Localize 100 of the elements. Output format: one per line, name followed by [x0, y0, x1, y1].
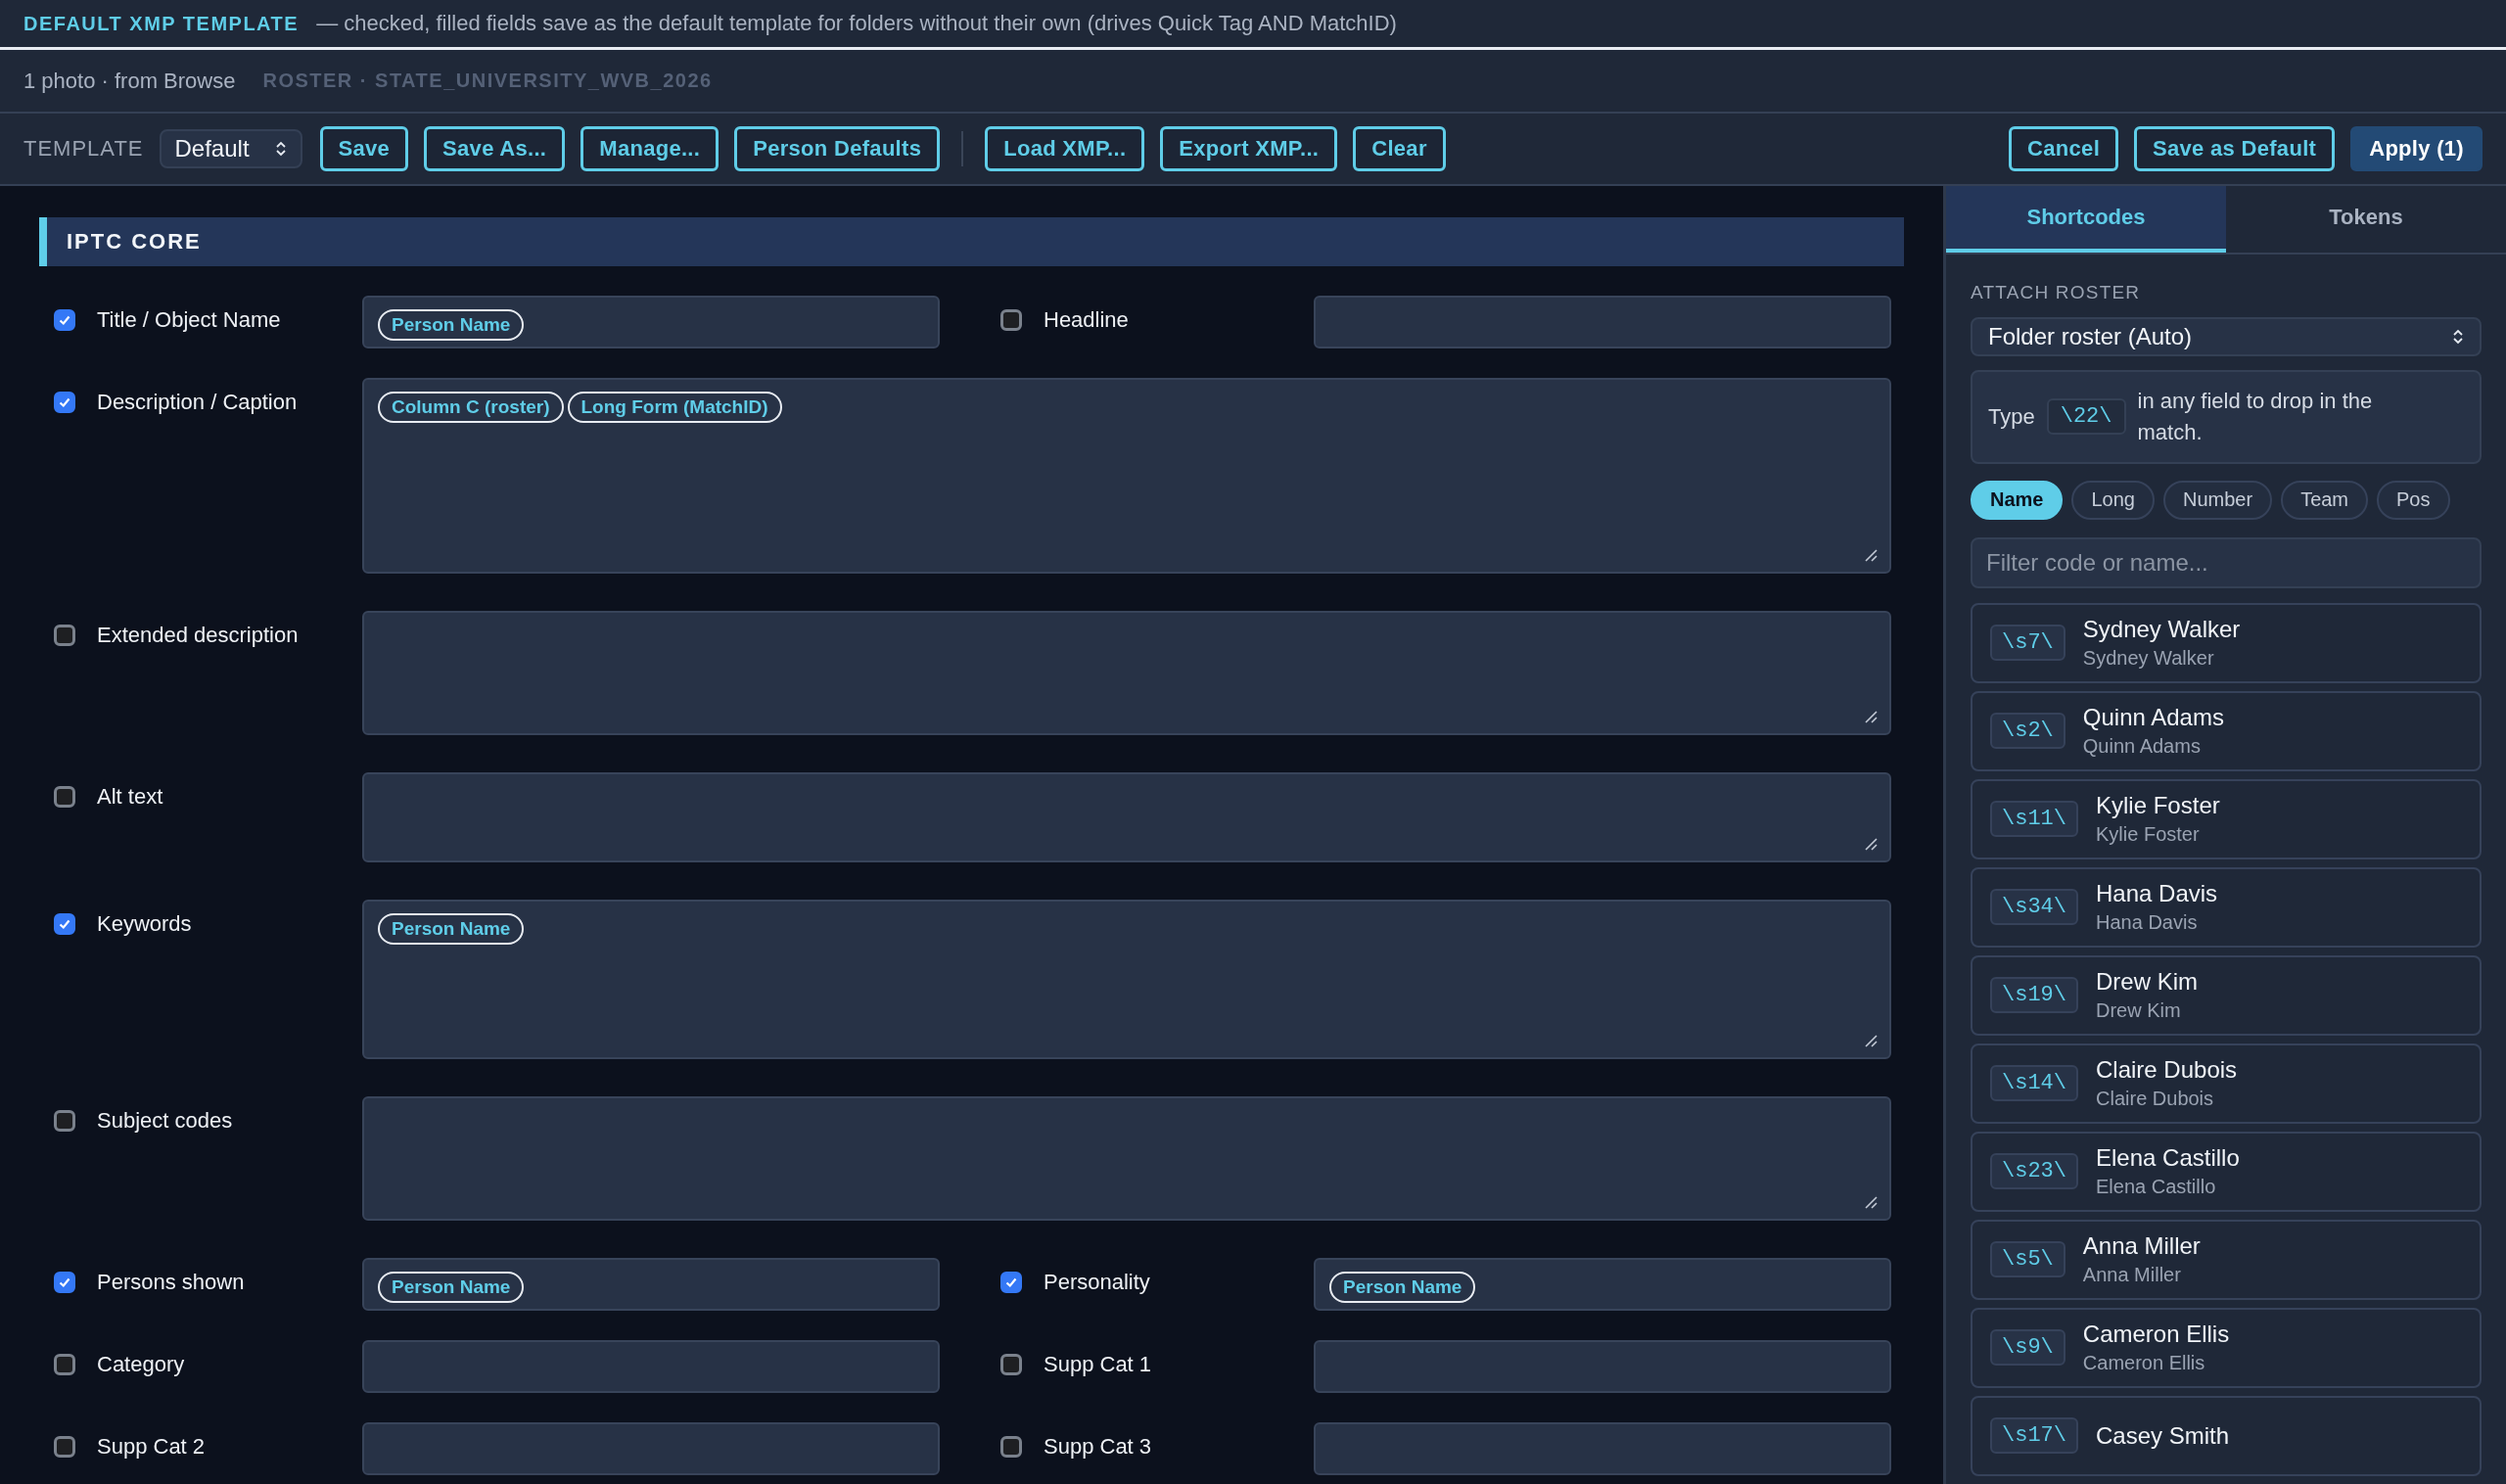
player-name: Casey Smith — [2096, 1421, 2230, 1450]
text-area[interactable]: Person Name — [362, 900, 1891, 1059]
input-field[interactable]: Person Name — [362, 1258, 940, 1311]
filter-chip[interactable]: Number — [2163, 480, 2273, 520]
field-label: Alt text — [97, 784, 163, 810]
roster-entry[interactable]: \s17\ Casey Smith — [1971, 1395, 2482, 1476]
shortcode: \s7\ — [1990, 625, 2065, 662]
token-chip[interactable]: Long Form (MatchID) — [567, 392, 782, 423]
roster-entry[interactable]: \s11\ Kylie Foster Kylie Foster — [1971, 778, 2482, 859]
field-label: Headline — [1044, 307, 1129, 333]
toolbar-button[interactable]: Person Defaults — [734, 126, 941, 171]
input-field[interactable] — [362, 1340, 940, 1393]
roster-entry[interactable]: \s2\ Quinn Adams Quinn Adams — [1971, 690, 2482, 771]
roster-entry[interactable]: \s9\ Cameron Ellis Cameron Ellis — [1971, 1307, 2482, 1388]
toolbar-button[interactable]: Apply (1) — [2350, 126, 2483, 171]
checkbox[interactable] — [54, 1272, 75, 1293]
toolbar-button[interactable]: Cancel — [2009, 126, 2119, 171]
toolbar-button[interactable]: Save as Default — [2134, 126, 2336, 171]
player-name: Drew Kim — [2096, 968, 2199, 997]
roster-entry[interactable]: \s34\ Hana Davis Hana Davis — [1971, 866, 2482, 948]
player-subname: Quinn Adams — [2082, 735, 2202, 759]
field-label: Extended description — [97, 623, 299, 648]
chevron-up-down-icon — [274, 140, 287, 158]
player-name: Elena Castillo — [2096, 1144, 2240, 1173]
filter-chip[interactable]: Name — [1971, 480, 2064, 520]
toolbar-button[interactable]: Export XMP... — [1160, 126, 1338, 171]
player-name: Cameron Ellis — [2082, 1321, 2230, 1349]
filter-field[interactable]: Filter code or name... — [1971, 536, 2482, 588]
input-field[interactable]: Person Name — [1314, 1258, 1891, 1311]
roster-entry[interactable]: \s23\ Elena Castillo Elena Castillo — [1971, 1131, 2482, 1212]
field-label: Persons shown — [97, 1270, 245, 1295]
toolbar-button[interactable]: Load XMP... — [985, 126, 1145, 171]
token-chip[interactable]: Person Name — [1329, 1272, 1476, 1303]
roster-select[interactable]: Folder roster (Auto) — [1971, 317, 2482, 356]
checkbox[interactable] — [54, 1110, 75, 1132]
checkbox[interactable] — [1000, 1272, 1022, 1293]
checkbox[interactable] — [54, 309, 75, 331]
shortcode: \s11\ — [1990, 801, 2078, 838]
toolbar-button[interactable]: Save — [319, 126, 409, 171]
shortcode: \s2\ — [1990, 713, 2065, 750]
chevron-up-down-icon — [2452, 328, 2464, 346]
filter-chip[interactable]: Long — [2071, 480, 2155, 520]
player-name: Claire Dubois — [2096, 1056, 2238, 1085]
checkbox[interactable] — [54, 1436, 75, 1458]
checkbox[interactable] — [54, 786, 75, 808]
roster-name: ROSTER · STATE_UNIVERSITY_WVB_2026 — [262, 70, 713, 92]
panel-tab[interactable]: Tokens — [2226, 186, 2506, 253]
player-name: Anna Miller — [2082, 1232, 2201, 1261]
hint-text: in any field to drop in the match. — [2137, 388, 2374, 446]
source-info: 1 photo · from Browse — [23, 68, 236, 94]
checkbox[interactable] — [1000, 1436, 1022, 1458]
checkbox[interactable] — [1000, 309, 1022, 331]
roster-entry[interactable]: \s19\ Drew Kim Drew Kim — [1971, 954, 2482, 1036]
shortcode: \s9\ — [1990, 1329, 2065, 1367]
token-chip[interactable]: Column C (roster) — [378, 392, 564, 423]
input-field[interactable] — [1314, 296, 1891, 348]
roster-label: ATTACH ROSTER — [1971, 282, 2142, 303]
toolbar-button[interactable]: Clear — [1353, 126, 1446, 171]
field-label: Supp Cat 3 — [1044, 1434, 1152, 1460]
checkbox[interactable] — [54, 625, 75, 646]
text-area[interactable]: Column C (roster) Long Form (MatchID) — [362, 378, 1891, 574]
player-name: Kylie Foster — [2096, 792, 2220, 820]
checkbox[interactable] — [54, 913, 75, 935]
shortcode: \s14\ — [1990, 1065, 2078, 1102]
checkbox[interactable] — [54, 392, 75, 413]
filter-chip[interactable]: Pos — [2377, 480, 2450, 520]
panel-tab[interactable]: Shortcodes — [1946, 186, 2226, 253]
field-label: Keywords — [97, 911, 192, 937]
roster-entry[interactable]: \s14\ Claire Dubois Claire Dubois — [1971, 1043, 2482, 1124]
player-subname: Kylie Foster — [2096, 823, 2201, 847]
shortcode-example: \22\ — [2046, 398, 2126, 436]
player-subname: Cameron Ellis — [2082, 1352, 2206, 1375]
template-label: TEMPLATE — [23, 136, 144, 162]
input-field[interactable] — [1314, 1422, 1891, 1475]
player-subname: Hana Davis — [2096, 911, 2199, 935]
player-subname: Drew Kim — [2096, 999, 2182, 1023]
input-field[interactable] — [1314, 1340, 1891, 1393]
input-field[interactable]: Person Name — [362, 296, 940, 348]
filter-chip[interactable]: Team — [2281, 480, 2369, 520]
roster-entry[interactable]: \s5\ Anna Miller Anna Miller — [1971, 1219, 2482, 1300]
toolbar-button[interactable]: Manage... — [580, 126, 719, 171]
player-name: Quinn Adams — [2082, 704, 2224, 732]
player-subname: Sydney Walker — [2082, 647, 2215, 671]
field-label: Personality — [1044, 1270, 1150, 1295]
roster-entry[interactable]: \s7\ Sydney Walker Sydney Walker — [1971, 602, 2482, 683]
field-label: Description / Caption — [97, 390, 298, 415]
shortcode: \s34\ — [1990, 889, 2078, 926]
field-label: Supp Cat 1 — [1044, 1352, 1152, 1377]
toolbar-button[interactable]: Save As... — [424, 126, 566, 171]
token-chip[interactable]: Person Name — [378, 309, 525, 341]
token-chip[interactable]: Person Name — [378, 1272, 525, 1303]
shortcode: \s19\ — [1990, 977, 2078, 1014]
player-subname: Claire Dubois — [2096, 1088, 2215, 1111]
field-label: Supp Cat 2 — [97, 1434, 206, 1460]
template-select[interactable]: Default — [159, 129, 302, 168]
input-field[interactable] — [362, 1422, 940, 1475]
checkbox[interactable] — [1000, 1354, 1022, 1375]
checkbox[interactable] — [54, 1354, 75, 1375]
token-chip[interactable]: Person Name — [378, 913, 525, 945]
field-label: Title / Object Name — [97, 307, 281, 333]
